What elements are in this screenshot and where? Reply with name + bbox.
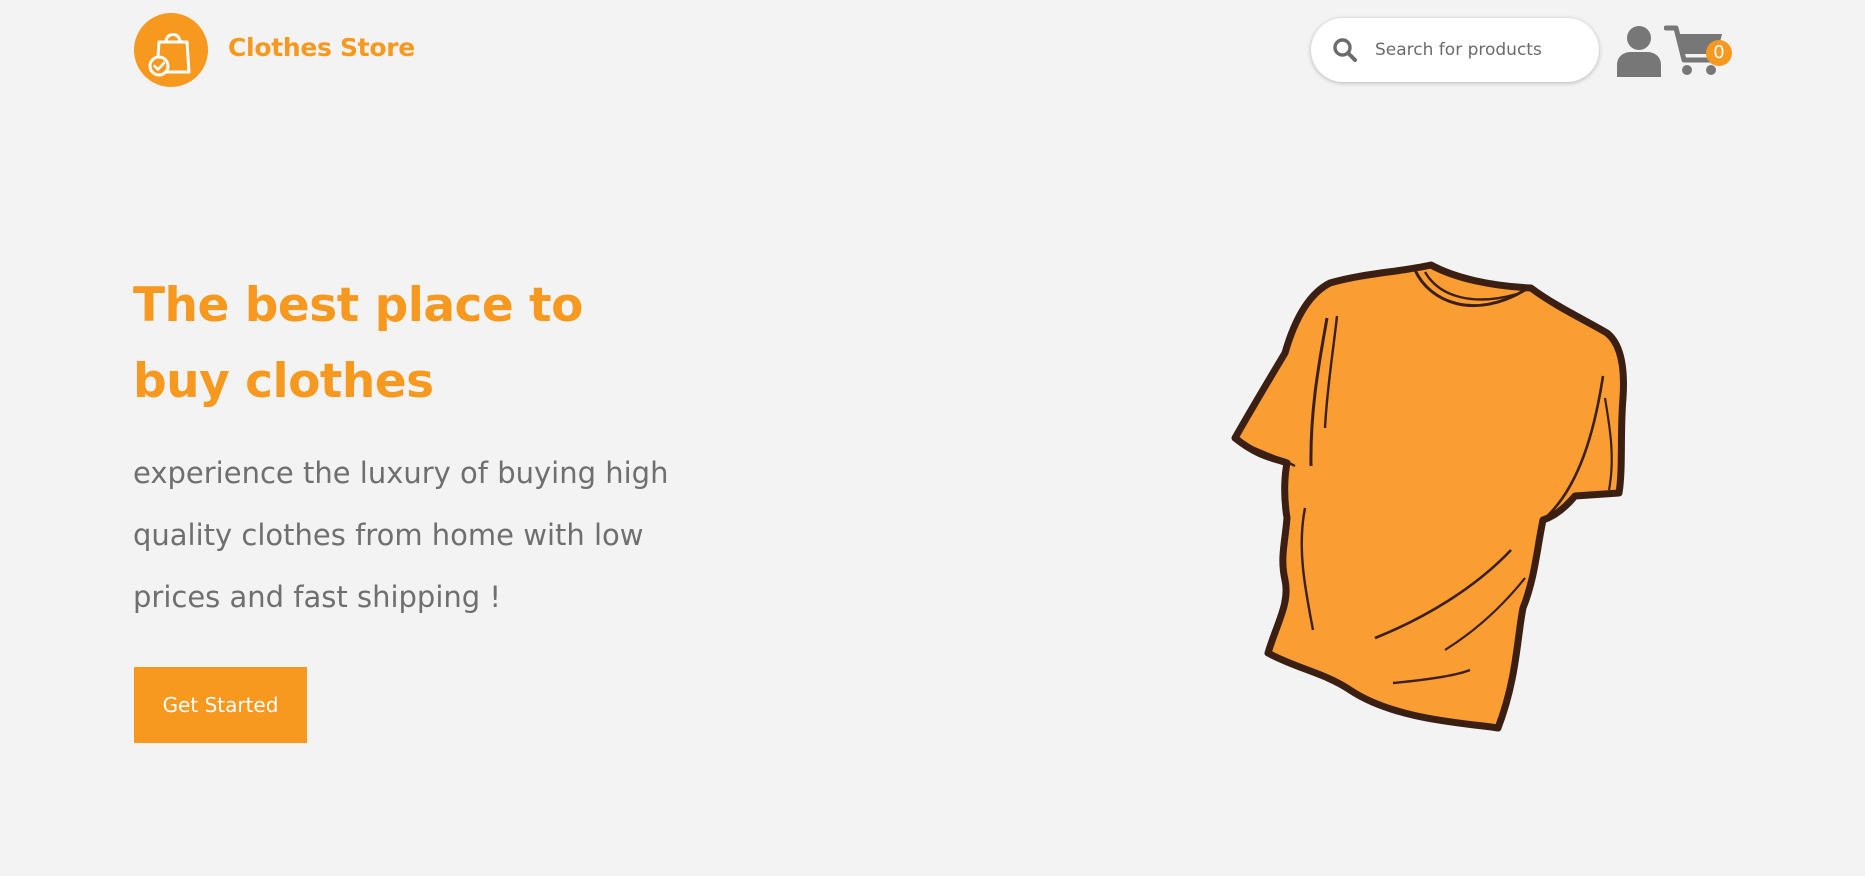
search-bar[interactable]: [1311, 18, 1599, 82]
search-icon[interactable]: [1331, 36, 1359, 64]
tshirt-illustration: [1231, 261, 1627, 732]
shopping-bag-check-icon: [148, 33, 191, 77]
search-input[interactable]: [1373, 39, 1577, 61]
cart-count-badge: 0: [1706, 40, 1732, 66]
hero-subtitle-line-3: prices and fast shipping !: [133, 580, 502, 614]
get-started-button[interactable]: Get Started: [134, 667, 307, 743]
hero-subtitle-line-1: experience the luxury of buying high: [133, 456, 669, 490]
hero-title-line-2: buy clothes: [133, 354, 434, 409]
hero-subtitle-line-2: quality clothes from home with low: [133, 518, 644, 552]
logo[interactable]: [134, 13, 208, 87]
hero-title-line-1: The best place to: [133, 278, 583, 333]
hero-title: The best place to buy clothes: [133, 268, 653, 420]
brand-name[interactable]: Clothes Store: [228, 33, 415, 62]
user-icon[interactable]: [1616, 25, 1662, 77]
hero-subtitle: experience the luxury of buying high qua…: [133, 442, 693, 628]
